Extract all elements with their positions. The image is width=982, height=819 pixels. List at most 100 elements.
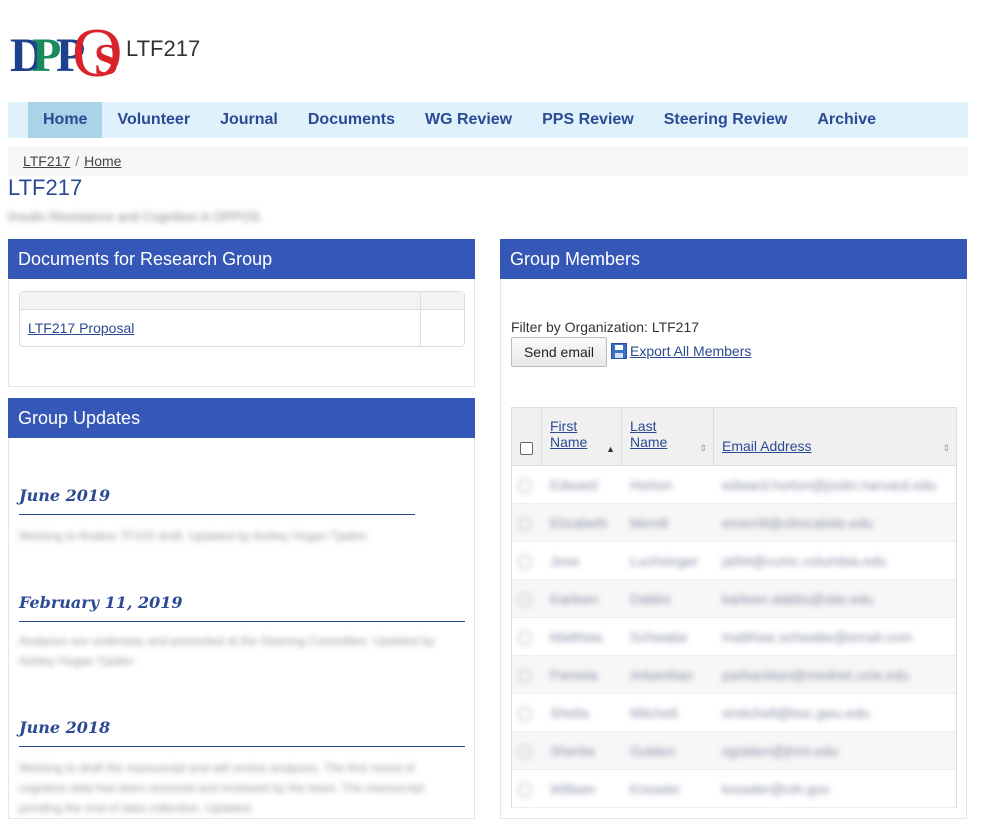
breadcrumb-group-link[interactable]: LTF217 (23, 153, 70, 169)
first-name-header[interactable]: First Name ▲ (542, 408, 622, 465)
row-select-radio[interactable] (518, 479, 532, 494)
sort-asc-icon: ▲ (606, 444, 615, 454)
row-select-radio[interactable] (518, 631, 532, 646)
email-cell: emerrill@clinicalsite.edu (722, 515, 874, 531)
row-select-radio[interactable] (518, 783, 532, 798)
documents-table-header (20, 292, 464, 310)
last-name-sort-link[interactable]: Last Name (630, 418, 667, 450)
table-row[interactable]: Matthias Schwabe matthias.schwabe@email.co… (512, 618, 956, 656)
update-text: Working to draft the manuscript and will… (19, 761, 425, 815)
email-sort-link[interactable]: Email Address (722, 438, 811, 454)
export-members-label[interactable]: Export All Members (630, 343, 751, 359)
email-cell: smitchell@bsc.gwu.edu (722, 705, 870, 721)
updates-panel: June 2019 Working to finalize TF220 draf… (8, 438, 475, 819)
last-name-cell: Merrill (630, 515, 669, 531)
documents-panel: LTF217 Proposal (8, 279, 475, 387)
row-select-radio[interactable] (518, 517, 532, 532)
members-panel-title: Group Members (500, 239, 967, 279)
last-name-cell: Arbanitian (630, 667, 694, 683)
page-title: LTF217 (8, 175, 83, 200)
sort-both-icon: ⇕ (942, 443, 950, 453)
update-date: June 2019 (19, 486, 111, 505)
update-divider (19, 621, 465, 622)
members-table: First Name ▲ Last Name ⇕ Email Address ⇕ E… (511, 407, 957, 808)
select-all-checkbox[interactable] (520, 442, 533, 455)
export-members-link[interactable]: Export All Members (611, 343, 751, 359)
last-name-cell: Golden (630, 743, 676, 759)
nav-pps-review[interactable]: PPS Review (527, 102, 649, 138)
last-name-cell: Knowler (630, 781, 681, 797)
save-icon (611, 343, 627, 359)
breadcrumb-separator: / (75, 153, 80, 169)
update-divider (19, 746, 465, 747)
first-name-cell: Elizabeth (550, 515, 608, 531)
first-name-cell: Karleen (550, 591, 599, 607)
nav-archive[interactable]: Archive (802, 102, 891, 138)
last-name-cell: Schwabe (630, 629, 688, 645)
proposal-link[interactable]: LTF217 Proposal (28, 320, 134, 336)
table-row[interactable]: Elizabeth Merrill emerrill@clinicalsite.ed… (512, 504, 956, 542)
last-name-cell: Dabbs (630, 591, 671, 607)
email-cell: edward.horton@joslin.harvard.edu (722, 477, 937, 493)
table-row[interactable]: Sherita Golden sgolden@jhmi.edu (512, 732, 956, 770)
first-name-sort-link[interactable]: First Name (550, 418, 587, 450)
table-row[interactable]: Jose Luchsinger jal94@cumc.columbia.edu (512, 542, 956, 580)
update-date: February 11, 2019 (19, 593, 183, 612)
first-name-cell: Sheila (550, 705, 589, 721)
table-row[interactable]: Karleen Dabbs karleen.dabbs@site.edu (512, 580, 956, 618)
documents-panel-title: Documents for Research Group (8, 239, 475, 279)
update-divider (19, 514, 415, 515)
row-select-radio[interactable] (518, 669, 532, 684)
members-table-header: First Name ▲ Last Name ⇕ Email Address ⇕ (512, 408, 956, 466)
nav-journal[interactable]: Journal (205, 102, 293, 138)
site-header: D P P O S LTF217 (10, 12, 200, 92)
members-panel: Filter by Organization: LTF217 Send emai… (500, 279, 967, 819)
documents-table: LTF217 Proposal (19, 291, 465, 347)
breadcrumb-home-link[interactable]: Home (84, 153, 121, 169)
row-select-radio[interactable] (518, 555, 532, 570)
nav-steering-review[interactable]: Steering Review (649, 102, 803, 138)
update-date: June 2018 (19, 718, 111, 737)
first-name-cell: Matthias (550, 629, 603, 645)
first-name-cell: Sherita (550, 743, 595, 759)
table-row: LTF217 Proposal (20, 310, 464, 346)
members-table-body: Edward Horton edward.horton@joslin.harvard… (512, 466, 956, 808)
email-cell: sgolden@jhmi.edu (722, 743, 839, 759)
nav-home[interactable]: Home (28, 102, 103, 138)
select-all-cell (512, 408, 542, 465)
row-select-radio[interactable] (518, 745, 532, 760)
email-cell: knowler@nih.gov (722, 781, 830, 797)
first-name-cell: William (550, 781, 596, 797)
last-name-cell: Mitchell (630, 705, 678, 721)
sort-both-icon: ⇕ (699, 443, 707, 453)
filter-label: Filter by Organization: LTF217 (511, 319, 700, 335)
page-subtitle: Insulin Resistance and Cognition in DPPO… (8, 209, 261, 224)
email-header[interactable]: Email Address ⇕ (714, 408, 956, 465)
email-cell: karleen.dabbs@site.edu (722, 591, 874, 607)
last-name-cell: Horton (630, 477, 673, 493)
table-row[interactable]: Sheila Mitchell smitchell@bsc.gwu.edu (512, 694, 956, 732)
update-text: Analyses are underway and presented at t… (19, 634, 435, 668)
table-row[interactable]: William Knowler knowler@nih.gov (512, 770, 956, 808)
email-cell: matthias.schwabe@email.com (722, 629, 913, 645)
updates-panel-title: Group Updates (8, 398, 475, 438)
last-name-header[interactable]: Last Name ⇕ (622, 408, 714, 465)
nav-wg-review[interactable]: WG Review (410, 102, 527, 138)
row-select-radio[interactable] (518, 707, 532, 722)
email-cell: parbanitian@mednet.ucla.edu (722, 667, 910, 683)
update-text: Working to finalize TF220 draft. Updated… (19, 529, 368, 543)
main-nav: Home Volunteer Journal Documents WG Revi… (8, 102, 968, 138)
nav-documents[interactable]: Documents (293, 102, 410, 138)
email-cell: jal94@cumc.columbia.edu (722, 553, 887, 569)
site-name: LTF217 (126, 36, 201, 61)
breadcrumb: LTF217 /Home (8, 146, 968, 176)
nav-volunteer[interactable]: Volunteer (102, 102, 205, 138)
row-select-radio[interactable] (518, 593, 532, 608)
dppos-logo[interactable]: D P P O S (10, 12, 123, 92)
table-row[interactable]: Edward Horton edward.horton@joslin.harvard… (512, 466, 956, 504)
send-email-button[interactable]: Send email (511, 337, 607, 367)
table-row[interactable]: Pamela Arbanitian parbanitian@mednet.ucla.… (512, 656, 956, 694)
first-name-cell: Pamela (550, 667, 598, 683)
last-name-cell: Luchsinger (630, 553, 699, 569)
first-name-cell: Edward (550, 477, 598, 493)
